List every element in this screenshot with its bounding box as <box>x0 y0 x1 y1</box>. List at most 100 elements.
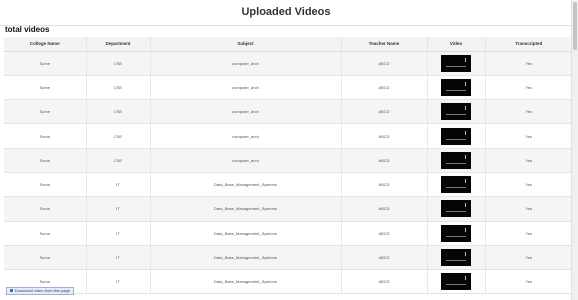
department-cell: CSE <box>86 51 151 76</box>
video-control-icon <box>465 203 466 208</box>
video-timeline[interactable] <box>446 187 466 189</box>
teacher-name-cell: ABCD <box>341 172 428 198</box>
table-row: Some CSE computer_arch ABCD Yes <box>4 75 572 101</box>
video-control-icon <box>465 154 466 159</box>
college-name-cell: Some <box>4 75 87 101</box>
video-control-icon <box>465 276 466 281</box>
video-control-icon <box>465 81 466 86</box>
table-header-row: College Name Department Subject Teacher … <box>4 37 572 52</box>
college-name-cell: Some <box>4 172 87 198</box>
subject-cell: Data_Base_Management_Systems <box>150 172 342 198</box>
teacher-name-cell: ABCD <box>341 221 428 246</box>
transcripted-cell: Yes <box>485 172 572 198</box>
table-row: Some CSE computer_arch ABCD Yes <box>4 123 572 149</box>
video-control-icon <box>465 106 466 111</box>
subject-cell: computer_arch <box>150 51 342 76</box>
column-header-college-name: College Name <box>4 37 87 52</box>
video-player[interactable] <box>441 273 471 291</box>
video-control-icon <box>465 57 466 62</box>
college-name-cell: Some <box>4 123 87 149</box>
download-video-label: Download video from this page <box>15 288 70 293</box>
department-cell: IT <box>86 269 151 295</box>
teacher-name-cell: ABCD <box>341 148 428 173</box>
video-player[interactable] <box>441 54 471 72</box>
subject-cell: computer_arch <box>150 123 342 149</box>
video-control-icon <box>465 227 466 232</box>
teacher-name-cell: ABCD <box>341 123 428 149</box>
transcripted-cell: Yes <box>485 196 572 222</box>
subject-cell: Data_Base_Management_Systems <box>150 245 342 271</box>
column-header-subject: Subject <box>150 37 342 52</box>
video-cell <box>427 75 486 101</box>
video-cell <box>427 148 486 173</box>
video-timeline[interactable] <box>446 284 466 286</box>
transcripted-cell: Yes <box>485 148 572 173</box>
video-player[interactable] <box>441 127 471 145</box>
teacher-name-cell: ABCD <box>341 196 428 222</box>
video-timeline[interactable] <box>446 235 466 237</box>
video-cell <box>427 196 486 222</box>
video-timeline[interactable] <box>446 260 466 262</box>
video-player[interactable] <box>441 78 471 96</box>
department-cell: CSE <box>86 75 151 101</box>
department-cell: CSE <box>86 123 151 149</box>
video-cell <box>427 221 486 246</box>
video-player[interactable] <box>441 249 471 267</box>
video-timeline[interactable] <box>446 65 466 67</box>
video-player[interactable] <box>441 200 471 218</box>
column-header-teacher-name: Teacher Name <box>341 37 428 52</box>
transcripted-cell: Yes <box>485 221 572 246</box>
department-cell: IT <box>86 221 151 246</box>
transcripted-cell: Yes <box>485 269 572 295</box>
column-header-video: Video <box>427 37 486 52</box>
table-row: Some CSE computer_arch ABCD Yes <box>4 148 572 173</box>
video-player[interactable] <box>441 103 471 121</box>
college-name-cell: Some <box>4 99 87 125</box>
table-row: Some CSE computer_arch ABCD Yes <box>4 99 572 125</box>
subject-cell: Data_Base_Management_Systems <box>150 196 342 222</box>
video-timeline[interactable] <box>446 162 466 164</box>
page-title: Uploaded Videos <box>241 6 331 18</box>
department-cell: CSE <box>86 99 151 125</box>
video-player[interactable] <box>441 151 471 169</box>
subject-cell: computer_arch <box>150 99 342 125</box>
table-row: Some IT Data_Base_Management_Systems ABCD Ye… <box>4 221 572 246</box>
subject-cell: Data_Base_Management_Systems <box>150 269 342 295</box>
video-control-icon <box>465 252 466 257</box>
college-name-cell: Some <box>4 148 87 173</box>
video-player[interactable] <box>441 176 471 194</box>
video-cell <box>427 172 486 198</box>
videos-table: College Name Department Subject Teacher … <box>4 37 572 295</box>
department-cell: IT <box>86 196 151 222</box>
college-name-cell: Some <box>4 245 87 271</box>
vertical-scrollbar[interactable] <box>571 0 578 300</box>
department-cell: IT <box>86 172 151 198</box>
table-row: Some IT Data_Base_Management_Systems ABCD Ye… <box>4 196 572 222</box>
video-control-icon <box>465 130 466 135</box>
video-timeline[interactable] <box>446 138 466 140</box>
table-row: Some CSE computer_arch ABCD Yes <box>4 51 572 76</box>
column-header-department: Department <box>86 37 151 52</box>
teacher-name-cell: ABCD <box>341 99 428 125</box>
video-cell <box>427 99 486 125</box>
video-cell <box>427 245 486 271</box>
video-timeline[interactable] <box>446 89 466 91</box>
video-timeline[interactable] <box>446 114 466 116</box>
column-header-transcripted: Transcripted <box>485 37 572 52</box>
video-player[interactable] <box>441 224 471 242</box>
subject-cell: computer_arch <box>150 148 342 173</box>
college-name-cell: Some <box>4 196 87 222</box>
video-timeline[interactable] <box>446 211 466 213</box>
video-cell <box>427 51 486 76</box>
teacher-name-cell: ABCD <box>341 269 428 295</box>
download-video-button[interactable]: Download video from this page <box>6 287 74 295</box>
scrollbar-thumb[interactable] <box>573 2 577 50</box>
teacher-name-cell: ABCD <box>341 51 428 76</box>
video-cell <box>427 123 486 149</box>
table-row: Some IT Data_Base_Management_Systems ABCD Ye… <box>4 245 572 271</box>
subject-cell: computer_arch <box>150 75 342 101</box>
header-divider <box>0 25 572 26</box>
download-icon <box>10 289 13 293</box>
teacher-name-cell: ABCD <box>341 245 428 271</box>
table-row: Some IT Data_Base_Management_Systems ABCD Ye… <box>4 269 572 295</box>
